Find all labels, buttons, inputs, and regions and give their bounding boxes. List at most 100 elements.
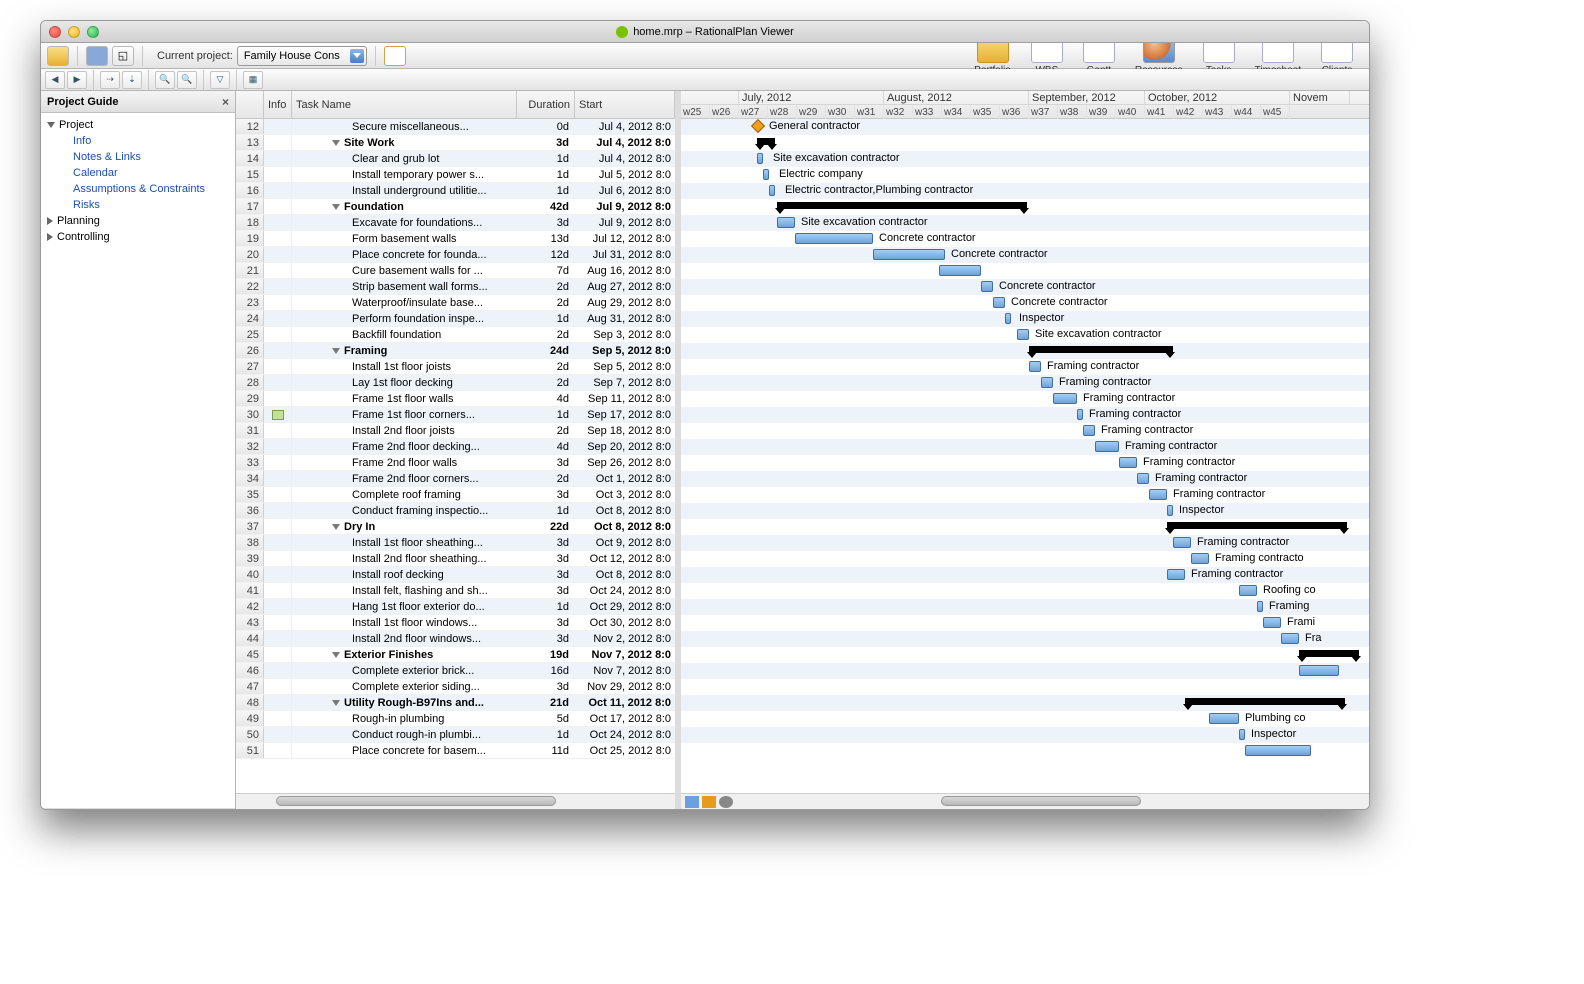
mail-button[interactable] xyxy=(384,46,406,66)
task-row[interactable]: 19Form basement walls13dJul 12, 2012 8:0 xyxy=(236,231,675,247)
titlebar[interactable]: home.mrp – RationalPlan Viewer xyxy=(41,21,1369,43)
task-duration[interactable]: 3d xyxy=(517,137,575,149)
task-bar[interactable] xyxy=(1239,585,1257,596)
task-name[interactable]: Exterior Finishes xyxy=(292,649,517,661)
gantt-row[interactable]: Inspector xyxy=(681,727,1369,743)
task-duration[interactable]: 42d xyxy=(517,201,575,213)
note-icon[interactable] xyxy=(272,410,284,420)
task-row[interactable]: 49Rough-in plumbing5dOct 17, 2012 8:0 xyxy=(236,711,675,727)
task-row[interactable]: 31Install 2nd floor joists2dSep 18, 2012… xyxy=(236,423,675,439)
task-bar[interactable] xyxy=(1149,489,1167,500)
outdent-button[interactable]: ◀ xyxy=(45,71,65,89)
gantt-row[interactable]: Plumbing co xyxy=(681,711,1369,727)
task-bar[interactable] xyxy=(795,233,873,244)
task-row[interactable]: 12Secure miscellaneous...0dJul 4, 2012 8… xyxy=(236,119,675,135)
task-start[interactable]: Jul 12, 2012 8:0 xyxy=(575,233,675,245)
gantt-row[interactable]: Framing contractor xyxy=(681,471,1369,487)
gantt-tool-2[interactable] xyxy=(702,796,716,808)
task-bar[interactable] xyxy=(873,249,945,260)
task-name[interactable]: Site Work xyxy=(292,137,517,149)
tree-item-info[interactable]: Info xyxy=(41,133,235,149)
gantt-row[interactable]: Framing contractor xyxy=(681,407,1369,423)
gantt-row[interactable]: Framing contractor xyxy=(681,487,1369,503)
task-row[interactable]: 34Frame 2nd floor corners...2dOct 1, 201… xyxy=(236,471,675,487)
task-row[interactable]: 40Install roof decking3dOct 8, 2012 8:0 xyxy=(236,567,675,583)
task-duration[interactable]: 16d xyxy=(517,665,575,677)
task-name[interactable]: Framing xyxy=(292,345,517,357)
open-button[interactable] xyxy=(47,46,69,66)
task-duration[interactable]: 3d xyxy=(517,617,575,629)
task-bar[interactable] xyxy=(939,265,981,276)
gantt-row[interactable]: Framing contractor xyxy=(681,375,1369,391)
task-name[interactable]: Lay 1st floor decking xyxy=(292,377,517,389)
task-duration[interactable]: 2d xyxy=(517,329,575,341)
task-row[interactable]: 43Install 1st floor windows...3dOct 30, … xyxy=(236,615,675,631)
task-row[interactable]: 37Dry In22dOct 8, 2012 8:0 xyxy=(236,519,675,535)
task-name[interactable]: Cure basement walls for ... xyxy=(292,265,517,277)
task-row[interactable]: 22Strip basement wall forms...2dAug 27, … xyxy=(236,279,675,295)
summary-bar[interactable] xyxy=(1029,346,1173,353)
task-row[interactable]: 46Complete exterior brick...16dNov 7, 20… xyxy=(236,663,675,679)
task-name[interactable]: Form basement walls xyxy=(292,233,517,245)
task-start[interactable]: Oct 25, 2012 8:0 xyxy=(575,745,675,757)
task-name[interactable]: Secure miscellaneous... xyxy=(292,121,517,133)
task-bar[interactable] xyxy=(1191,553,1209,564)
gantt-row[interactable] xyxy=(681,263,1369,279)
task-row[interactable]: 17Foundation42dJul 9, 2012 8:0 xyxy=(236,199,675,215)
task-start[interactable]: Sep 3, 2012 8:0 xyxy=(575,329,675,341)
gantt-row[interactable]: Framing contractor xyxy=(681,359,1369,375)
task-start[interactable]: Sep 18, 2012 8:0 xyxy=(575,425,675,437)
collapse-icon[interactable] xyxy=(332,204,340,210)
gantt-row[interactable]: Concrete contractor xyxy=(681,247,1369,263)
gantt-row[interactable]: General contractor xyxy=(681,119,1369,135)
task-name[interactable]: Frame 2nd floor walls xyxy=(292,457,517,469)
col-id[interactable] xyxy=(236,91,264,118)
task-duration[interactable]: 3d xyxy=(517,569,575,581)
task-duration[interactable]: 3d xyxy=(517,553,575,565)
gantt-row[interactable]: Framing contractor xyxy=(681,439,1369,455)
task-start[interactable]: Oct 11, 2012 8:0 xyxy=(575,697,675,709)
task-duration[interactable]: 21d xyxy=(517,697,575,709)
task-start[interactable]: Sep 5, 2012 8:0 xyxy=(575,345,675,357)
task-bar[interactable] xyxy=(1239,729,1245,740)
gantt-row[interactable]: Framing contractor xyxy=(681,455,1369,471)
task-name[interactable]: Install 2nd floor joists xyxy=(292,425,517,437)
gantt-row[interactable]: Framing contractor xyxy=(681,567,1369,583)
collapse-icon[interactable] xyxy=(332,140,340,146)
task-row[interactable]: 25Backfill foundation2dSep 3, 2012 8:0 xyxy=(236,327,675,343)
summary-bar[interactable] xyxy=(757,138,775,145)
collapse-icon[interactable] xyxy=(332,524,340,530)
task-bar[interactable] xyxy=(1005,313,1011,324)
task-bar[interactable] xyxy=(1083,425,1095,436)
gantt-row[interactable]: Framing contracto xyxy=(681,551,1369,567)
task-row[interactable]: 39Install 2nd floor sheathing...3dOct 12… xyxy=(236,551,675,567)
task-duration[interactable]: 4d xyxy=(517,441,575,453)
task-row[interactable]: 21Cure basement walls for ...7dAug 16, 2… xyxy=(236,263,675,279)
task-start[interactable]: Nov 29, 2012 8:0 xyxy=(575,681,675,693)
task-duration[interactable]: 2d xyxy=(517,377,575,389)
task-start[interactable]: Aug 29, 2012 8:0 xyxy=(575,297,675,309)
filter-button[interactable]: ▽ xyxy=(210,71,230,89)
task-start[interactable]: Oct 8, 2012 8:0 xyxy=(575,521,675,533)
task-row[interactable]: 50Conduct rough-in plumbi...1dOct 24, 20… xyxy=(236,727,675,743)
task-start[interactable]: Nov 7, 2012 8:0 xyxy=(575,649,675,661)
grid-hscrollbar[interactable] xyxy=(236,793,675,809)
gantt-row[interactable]: Roofing co xyxy=(681,583,1369,599)
task-start[interactable]: Aug 16, 2012 8:0 xyxy=(575,265,675,277)
task-row[interactable]: 30Frame 1st floor corners...1dSep 17, 20… xyxy=(236,407,675,423)
task-bar[interactable] xyxy=(1173,537,1191,548)
task-start[interactable]: Jul 9, 2012 8:0 xyxy=(575,217,675,229)
task-start[interactable]: Sep 5, 2012 8:0 xyxy=(575,361,675,373)
task-bar[interactable] xyxy=(1257,601,1263,612)
task-name[interactable]: Install temporary power s... xyxy=(292,169,517,181)
milestone-icon[interactable] xyxy=(751,119,765,133)
task-duration[interactable]: 3d xyxy=(517,457,575,469)
gantt-row[interactable]: Electric contractor,Plumbing contractor xyxy=(681,183,1369,199)
indent-button[interactable]: ▶ xyxy=(67,71,87,89)
task-name[interactable]: Complete roof framing xyxy=(292,489,517,501)
tree-item-controlling[interactable]: Controlling xyxy=(41,229,235,245)
task-bar[interactable] xyxy=(1017,329,1029,340)
gantt-row[interactable]: Concrete contractor xyxy=(681,231,1369,247)
task-duration[interactable]: 19d xyxy=(517,649,575,661)
task-name[interactable]: Place concrete for basem... xyxy=(292,745,517,757)
